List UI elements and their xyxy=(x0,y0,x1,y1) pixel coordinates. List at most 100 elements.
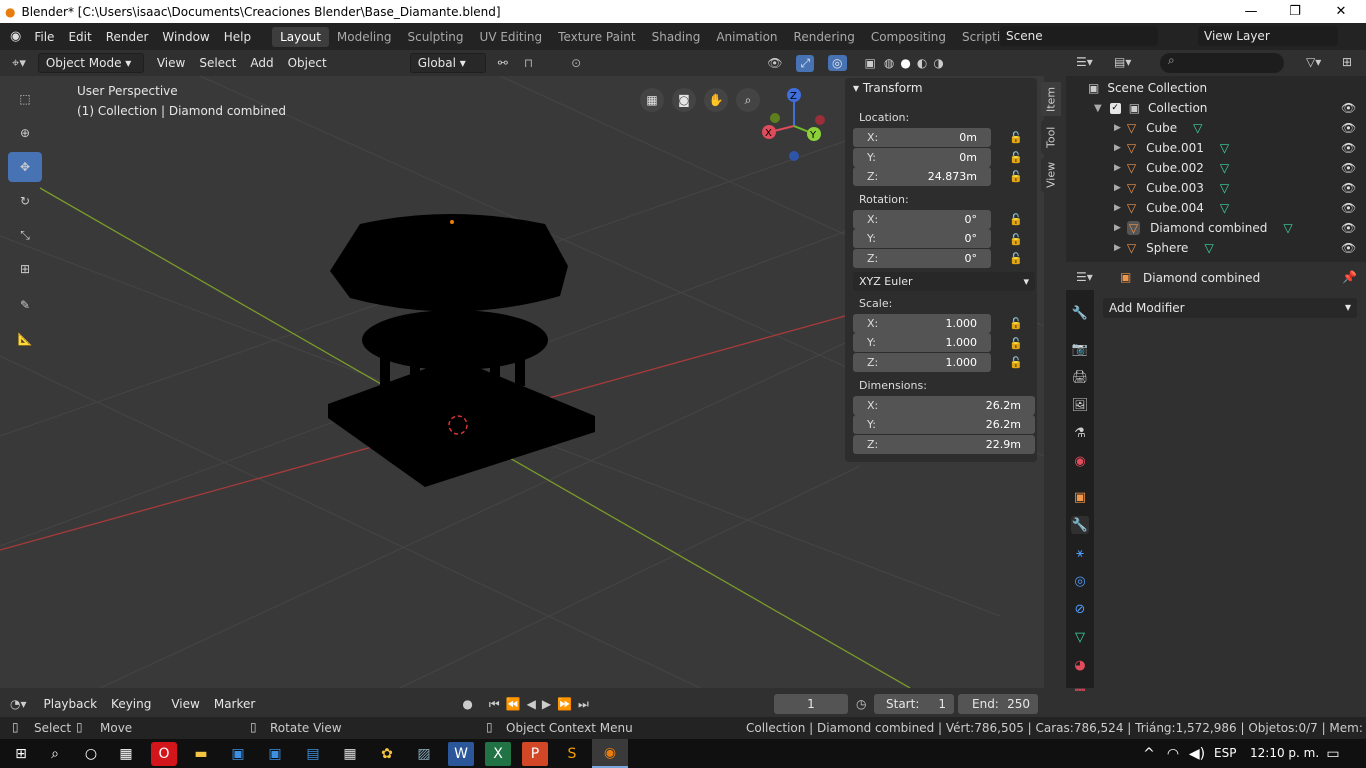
task-view-icon[interactable]: ▦ xyxy=(113,742,139,766)
transform-panel-header[interactable]: ▾ Transform xyxy=(853,81,923,95)
pin-icon[interactable]: 📌 xyxy=(1342,270,1357,284)
eye-icon[interactable]: 👁 xyxy=(1341,201,1356,215)
wireframe-shading-icon[interactable]: ◍ xyxy=(884,56,894,70)
tab-compositing[interactable]: Compositing xyxy=(863,27,954,47)
toggle-view-icon[interactable]: ▦ xyxy=(640,88,664,112)
mode-dropdown[interactable]: Object Mode ▾ xyxy=(37,53,144,73)
object-props-icon[interactable]: ▣ xyxy=(1071,488,1089,506)
scene-props-icon[interactable]: ⚗ xyxy=(1071,424,1089,442)
tab-view[interactable]: View xyxy=(1041,158,1061,192)
material-props-icon[interactable]: ◕ xyxy=(1071,656,1089,674)
eye-icon[interactable]: 👁 xyxy=(1341,181,1356,195)
rotation-mode-dropdown[interactable]: XYZ Euler ▾ xyxy=(853,272,1035,291)
eye-icon[interactable]: 👁 xyxy=(1341,161,1356,175)
record-button[interactable]: ● xyxy=(462,697,472,711)
scale-x-field[interactable]: X: 1.000 xyxy=(853,314,991,333)
render-props-icon[interactable]: 📷 xyxy=(1071,340,1089,358)
xray-icon[interactable]: ▣ xyxy=(865,56,876,70)
outliner-item[interactable]: ▶ ▽ Cube.001 ▽ 👁 xyxy=(1066,138,1366,158)
menu-playback[interactable]: Playback xyxy=(37,695,105,713)
mesh-data-props-icon[interactable]: ▽ xyxy=(1071,628,1089,646)
zoom-view-icon[interactable]: ⌕ xyxy=(736,88,760,112)
dimensions-y-field[interactable]: Y: 26.2m xyxy=(853,415,1035,434)
outliner-item[interactable]: ▶ ▽ Sphere ▽ 👁 xyxy=(1066,238,1366,258)
expand-arrow-icon[interactable]: ▼ xyxy=(1094,103,1102,114)
diamond-base-object[interactable] xyxy=(328,214,595,487)
menu-edit[interactable]: Edit xyxy=(61,30,98,44)
scale-z-field[interactable]: Z: 1.000 xyxy=(853,353,991,372)
menu-render[interactable]: Render xyxy=(99,30,156,44)
transform-tool-icon[interactable]: ⊞ xyxy=(8,254,42,284)
overlay-toggle-icon[interactable]: ◎ xyxy=(828,55,847,71)
close-button[interactable]: ✕ xyxy=(1318,0,1364,23)
app-icon[interactable]: ▣ xyxy=(262,742,288,766)
eye-icon[interactable]: 👁 xyxy=(1341,121,1356,135)
outliner-item[interactable]: ▶ ▽ Cube ▽ 👁 xyxy=(1066,118,1366,138)
tab-tool[interactable]: Tool xyxy=(1041,120,1061,154)
eye-icon[interactable]: 👁 xyxy=(1341,141,1356,155)
jump-end-button[interactable]: ⏭ xyxy=(578,697,589,712)
dimensions-z-field[interactable]: Z: 22.9m xyxy=(853,435,1035,454)
constraints-props-icon[interactable]: ⊘ xyxy=(1071,600,1089,618)
physics-props-icon[interactable]: ◎ xyxy=(1071,572,1089,590)
select-box-tool-icon[interactable]: ⬚ xyxy=(8,84,42,114)
cursor-tool-icon[interactable]: ⊕ xyxy=(8,118,42,148)
scale-y-field[interactable]: Y: 1.000 xyxy=(853,333,991,352)
menu-help[interactable]: Help xyxy=(217,30,258,44)
start-frame-field[interactable]: Start: 1 xyxy=(874,694,954,714)
checkbox-icon[interactable]: ✓ xyxy=(1109,102,1121,114)
tab-rendering[interactable]: Rendering xyxy=(786,27,863,47)
lock-icon[interactable]: 🔓 xyxy=(1009,131,1023,144)
play-button[interactable]: ▶ xyxy=(542,697,551,711)
measure-tool-icon[interactable]: 📐 xyxy=(8,324,42,354)
excel-icon[interactable]: X xyxy=(485,742,511,766)
tool-props-icon[interactable]: 🔧 xyxy=(1071,304,1089,322)
visibility-icon[interactable]: 👁 xyxy=(767,56,782,70)
outliner-item[interactable]: ▶ ▽ Cube.002 ▽ 👁 xyxy=(1066,158,1366,178)
next-keyframe-button[interactable]: ⏩ xyxy=(557,697,572,711)
tab-layout[interactable]: Layout xyxy=(272,26,329,47)
menu-object[interactable]: Object xyxy=(281,54,334,72)
prev-keyframe-button[interactable]: ⏪ xyxy=(506,697,521,711)
file-explorer-icon[interactable]: ▬ xyxy=(188,742,214,766)
minimize-button[interactable]: — xyxy=(1228,0,1274,23)
material-shading-icon[interactable]: ◐ xyxy=(917,56,927,70)
expand-arrow-icon[interactable]: ▶ xyxy=(1114,183,1121,193)
camera-view-icon[interactable]: ◙ xyxy=(672,88,696,112)
jump-start-button[interactable]: ⏮ xyxy=(489,697,500,712)
expand-arrow-icon[interactable]: ▶ xyxy=(1114,203,1121,213)
particles-props-icon[interactable]: ⚹ xyxy=(1071,544,1089,562)
dimensions-x-field[interactable]: X: 26.2m xyxy=(853,396,1035,415)
outliner-collection[interactable]: ▼ ✓ ▣ Collection 👁 xyxy=(1066,98,1366,118)
menu-timeline-view[interactable]: View xyxy=(164,695,206,713)
new-collection-icon[interactable]: ⊞ xyxy=(1342,55,1352,69)
outliner-scene-collection[interactable]: ▣ Scene Collection xyxy=(1066,78,1366,98)
notifications-icon[interactable]: ▭ xyxy=(1320,742,1346,766)
location-z-field[interactable]: Z: 24.873m xyxy=(853,167,991,186)
expand-arrow-icon[interactable]: ▶ xyxy=(1114,143,1121,153)
lock-icon[interactable]: 🔓 xyxy=(1009,213,1023,226)
expand-arrow-icon[interactable]: ▶ xyxy=(1114,243,1121,253)
clock[interactable]: 12:10 p. m. xyxy=(1250,746,1319,760)
app-icon[interactable]: ▣ xyxy=(225,742,251,766)
editor-type-icon[interactable]: ☰▾ xyxy=(1076,55,1093,69)
solid-shading-icon[interactable]: ● xyxy=(900,56,910,70)
expand-arrow-icon[interactable]: ▶ xyxy=(1114,223,1121,233)
menu-marker[interactable]: Marker xyxy=(207,695,262,713)
snap-icon[interactable]: ⊓ xyxy=(524,56,533,70)
lock-icon[interactable]: 🔓 xyxy=(1009,252,1023,265)
menu-file[interactable]: File xyxy=(27,30,61,44)
editor-type-icon[interactable]: ☰▾ xyxy=(1076,270,1093,284)
orientation-dropdown[interactable]: Global ▾ xyxy=(409,53,486,73)
sublime-icon[interactable]: S xyxy=(559,742,585,766)
eye-icon[interactable]: 👁 xyxy=(1341,221,1356,235)
menu-select[interactable]: Select xyxy=(192,54,243,72)
expand-arrow-icon[interactable]: ▶ xyxy=(1114,163,1121,173)
tab-sculpting[interactable]: Sculpting xyxy=(400,27,472,47)
rotation-x-field[interactable]: X: 0° xyxy=(853,210,991,229)
navigation-gizmo[interactable]: Z X Y xyxy=(758,86,834,166)
lock-icon[interactable]: 🔓 xyxy=(1009,170,1023,183)
chevron-up-icon[interactable]: ^ xyxy=(1136,742,1162,766)
blender-menu-icon[interactable]: ◉ xyxy=(10,29,21,44)
lock-icon[interactable]: 🔓 xyxy=(1009,151,1023,164)
